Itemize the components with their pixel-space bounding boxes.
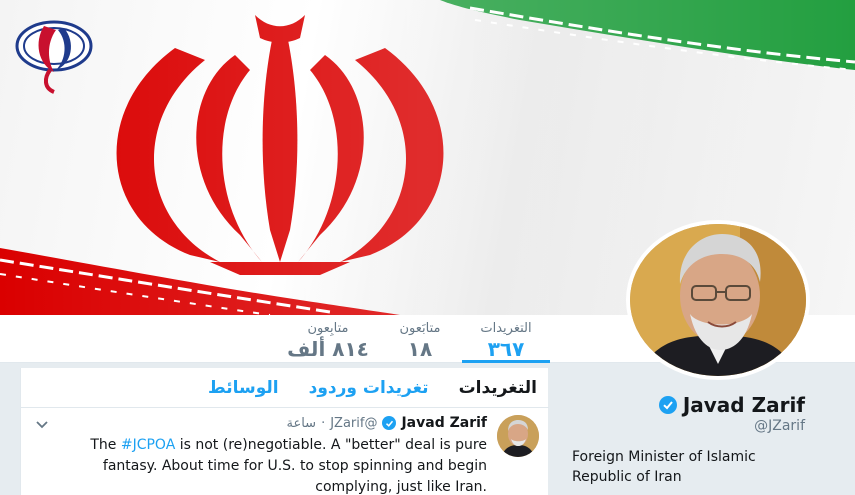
tweet[interactable]: Javad Zarif @JZarif · ساعة The #JCPOA is… (21, 409, 549, 495)
tab-tweets[interactable]: التغريدات (459, 378, 537, 398)
tweet-author-name[interactable]: Javad Zarif (401, 415, 487, 431)
alalam-logo-icon (14, 12, 94, 94)
tab-media[interactable]: الوسائط (208, 378, 279, 398)
profile-name-row: Javad Zarif (658, 393, 805, 417)
tweet-text-before: The (90, 437, 121, 453)
following-count: ١٨ (407, 337, 433, 361)
tab-tweets-and-replies[interactable]: تغريدات وردود (309, 378, 429, 398)
timeline-tabs: التغريدات تغريدات وردود الوسائط (21, 368, 549, 408)
chevron-down-icon[interactable] (35, 417, 49, 431)
tweet-header: Javad Zarif @JZarif · ساعة (286, 415, 487, 431)
profile-handle[interactable]: @JZarif (754, 418, 805, 434)
profile-bio: Foreign Minister of Islamic Republic of … (572, 449, 756, 485)
followers-count: ٨١٤ ألف (287, 337, 369, 361)
tweet-avatar[interactable] (497, 415, 539, 457)
stat-following[interactable]: متابَعون ١٨ (384, 321, 456, 361)
tweets-label: التغريدات (480, 321, 532, 336)
timeline: التغريدات تغريدات وردود الوسائط Javad Za… (20, 368, 549, 495)
tweet-separator: · (321, 415, 326, 431)
verified-badge-icon (382, 416, 397, 430)
following-label: متابَعون (399, 321, 441, 336)
tweet-timestamp[interactable]: ساعة (286, 416, 316, 431)
tweet-text: The #JCPOA is not (re)negotiable. A "bet… (47, 435, 487, 495)
stat-tweets[interactable]: التغريدات ٣٦٧ (462, 321, 550, 363)
verified-badge-icon (658, 396, 677, 414)
followers-label: متابِعون (307, 321, 349, 336)
profile-sidebar: Javad Zarif @JZarif Foreign Minister of … (555, 363, 855, 495)
tweets-count: ٣٦٧ (487, 337, 525, 361)
tweet-hashtag-link[interactable]: #JCPOA (121, 437, 175, 453)
avatar[interactable] (626, 220, 810, 380)
profile-name[interactable]: Javad Zarif (683, 393, 805, 417)
tweet-author-handle[interactable]: @JZarif (330, 416, 377, 431)
stat-followers[interactable]: متابِعون ٨١٤ ألف (280, 321, 376, 361)
